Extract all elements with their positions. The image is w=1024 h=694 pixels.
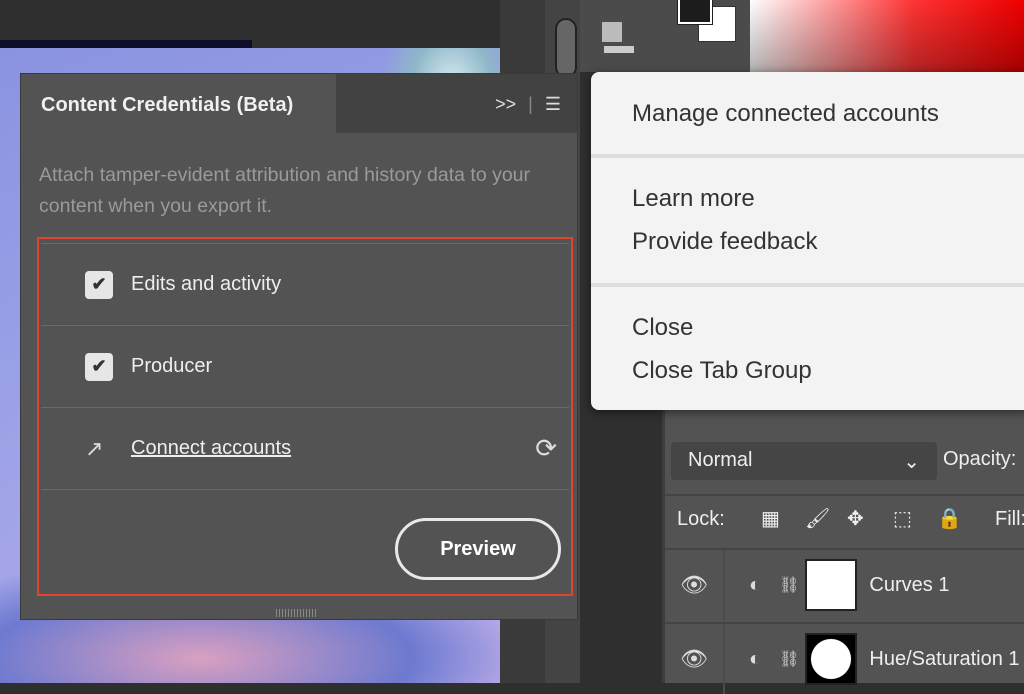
layer-name[interactable]: Curves 1 — [869, 574, 949, 597]
lock-label: Lock: — [677, 508, 725, 530]
tab-label: Content Credentials (Beta) — [41, 94, 294, 116]
option-label: Producer — [131, 355, 213, 377]
menu-item-learn-more[interactable]: Learn more — [632, 185, 755, 213]
foreground-color-swatch[interactable] — [677, 0, 713, 25]
adjustment-icon: ◐ — [749, 573, 762, 596]
credentials-options: ✔ Edits and activity ✔ Producer ↗ Connec… — [37, 237, 573, 596]
dropdown-icon — [604, 46, 634, 53]
layer-row[interactable]: 👁 ◐ ⛓ Hue/Saturation 1 — [665, 622, 1024, 694]
blend-mode-value: Normal — [688, 449, 753, 471]
layers-panel: Normal ⌄ Opacity: Lock: ▦ 🖌 ✥ ⬚ 🔒 Fill: 👁… — [662, 410, 1024, 694]
tab-content-credentials[interactable]: Content Credentials (Beta) — [21, 74, 336, 133]
visibility-eye-icon[interactable]: 👁 — [665, 550, 725, 620]
lock-transparent-icon[interactable]: ▦ — [761, 506, 780, 531]
option-label: Edits and activity — [131, 273, 282, 295]
menu-separator — [591, 154, 1024, 158]
layer-mask-thumbnail[interactable] — [805, 633, 858, 685]
layer-name[interactable]: Hue/Saturation 1 — [869, 648, 1019, 671]
adjustment-icon: ◐ — [749, 647, 762, 670]
canvas-edge — [0, 40, 252, 48]
connect-accounts-link[interactable]: Connect accounts — [131, 437, 291, 460]
connect-accounts-row: ↗ Connect accounts ⟳ — [41, 407, 569, 489]
checkbox-checked-icon[interactable]: ✔ — [85, 270, 113, 299]
external-link-icon: ↗ — [85, 435, 104, 461]
checkbox-checked-icon[interactable]: ✔ — [85, 352, 113, 381]
panel-description: Attach tamper-evident attribution and hi… — [39, 164, 531, 217]
cube-icon — [602, 22, 622, 42]
option-producer[interactable]: ✔ Producer — [41, 325, 569, 407]
layer-row[interactable]: 👁 ◐ ⛓ Curves 1 — [665, 548, 1024, 620]
fill-label: Fill: — [995, 508, 1024, 530]
panel-menu-icon[interactable]: ☰ — [545, 94, 561, 115]
chevron-down-icon: ⌄ — [903, 451, 920, 473]
panel-tabbar: Content Credentials (Beta) >> | ☰ — [21, 74, 577, 133]
panel-flyout-menu: Manage connected accounts Learn more Pro… — [591, 72, 1024, 410]
scroll-thumb[interactable] — [555, 18, 577, 78]
menu-item-manage-accounts[interactable]: Manage connected accounts — [632, 100, 939, 128]
lock-move-icon[interactable]: ✥ — [847, 506, 864, 531]
preview-button[interactable]: Preview — [395, 518, 561, 580]
menu-separator — [591, 283, 1024, 287]
link-icon[interactable]: ⛓ — [779, 575, 799, 595]
menu-item-close-tab-group[interactable]: Close Tab Group — [632, 357, 812, 385]
lock-artboard-icon[interactable]: ⬚ — [893, 506, 912, 531]
opacity-label: Opacity: — [943, 448, 1017, 470]
lock-all-icon[interactable]: 🔒 — [937, 506, 962, 531]
menu-item-provide-feedback[interactable]: Provide feedback — [632, 228, 817, 256]
option-edits-activity[interactable]: ✔ Edits and activity — [41, 243, 569, 325]
layer-mask-thumbnail[interactable] — [805, 559, 858, 611]
blend-mode-select[interactable]: Normal ⌄ — [671, 442, 937, 480]
refresh-icon[interactable]: ⟳ — [535, 433, 557, 464]
visibility-eye-icon[interactable]: 👁 — [665, 624, 725, 694]
lock-brush-icon[interactable]: 🖌 — [805, 506, 830, 531]
link-icon[interactable]: ⛓ — [779, 649, 799, 669]
resize-grip[interactable] — [276, 609, 316, 617]
3d-tool-button[interactable] — [580, 0, 660, 72]
menu-item-close[interactable]: Close — [632, 314, 693, 342]
collapse-panel-icon[interactable]: >> — [495, 94, 516, 115]
color-swatches[interactable] — [660, 0, 750, 72]
color-picker-field[interactable] — [750, 0, 1024, 72]
divider: | — [528, 94, 533, 114]
content-credentials-panel: Content Credentials (Beta) >> | ☰ Attach… — [20, 73, 578, 620]
